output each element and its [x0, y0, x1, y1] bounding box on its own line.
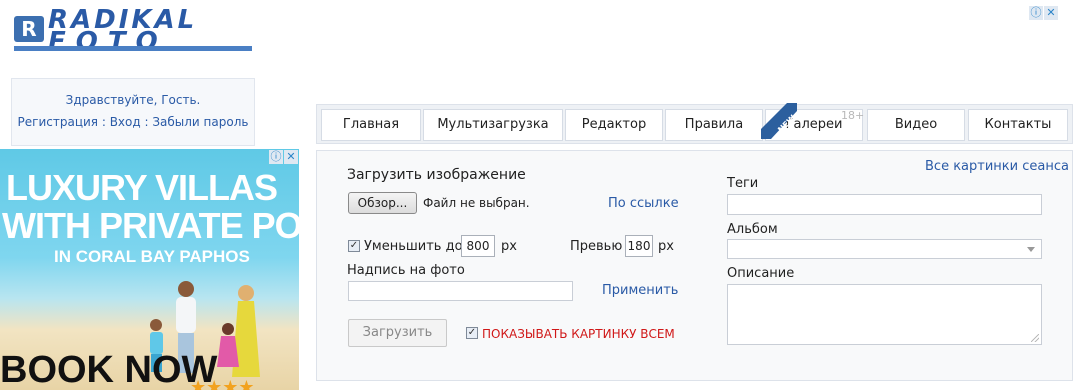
greeting-text: Здравствуйте, Гость.	[65, 93, 201, 107]
reduce-label: Уменьшить до	[364, 239, 463, 254]
tab-contacts[interactable]: Контакты	[968, 109, 1068, 141]
age-18-badge: 18+	[841, 109, 865, 122]
ad-rating-stars: ★★★★	[190, 377, 255, 390]
ad-close-icon[interactable]: ✕	[1044, 6, 1058, 20]
tab-multiupload[interactable]: Мультизагрузка	[423, 109, 563, 141]
album-label: Альбом	[727, 222, 778, 237]
tab-rules[interactable]: Правила	[665, 109, 763, 141]
caption-input[interactable]	[348, 281, 573, 301]
forgot-password-link[interactable]: Забыли пароль	[152, 115, 248, 129]
preview-size-input[interactable]: 180	[625, 235, 653, 257]
ad-book-now[interactable]: BOOK NOW	[0, 349, 217, 390]
ad-close-icon[interactable]: ✕	[284, 150, 298, 164]
logo-underline	[14, 46, 252, 51]
reduce-size-input[interactable]: 800	[461, 235, 495, 257]
tab-editor[interactable]: Редактор	[565, 109, 663, 141]
ad-subline: IN CORAL BAY PAPHOS	[54, 247, 250, 266]
preview-label: Превью	[570, 239, 623, 254]
side-ad-controls: ⓘ ✕	[268, 150, 298, 164]
by-link-button[interactable]: По ссылке	[608, 196, 679, 211]
tab-video[interactable]: Видео	[867, 109, 965, 141]
caption-label: Надпись на фото	[347, 263, 465, 278]
login-link[interactable]: Вход	[110, 115, 141, 129]
account-links: Регистрация : Вход : Забыли пароль	[12, 115, 254, 129]
radikal-foto-logo[interactable]: R RADIKAL FOTO	[14, 7, 254, 55]
ad-info-icon[interactable]: ⓘ	[269, 150, 283, 164]
album-select[interactable]	[727, 239, 1042, 259]
reduce-checkbox[interactable]: ✓	[348, 240, 360, 252]
browse-button[interactable]: Обзор...	[348, 192, 417, 214]
apply-button[interactable]: Применить	[602, 283, 678, 298]
px-unit: px	[501, 239, 517, 254]
upload-title: Загрузить изображение	[347, 167, 526, 183]
ad-headline-1: LUXURY VILLAS	[6, 167, 278, 208]
description-label: Описание	[727, 266, 795, 281]
ad-info-icon[interactable]: ⓘ	[1029, 6, 1043, 20]
register-link[interactable]: Регистрация	[18, 115, 98, 129]
session-images-link[interactable]: Все картинки сеанса	[925, 159, 1069, 174]
separator: :	[98, 115, 110, 129]
chevron-down-icon	[1027, 247, 1035, 252]
tags-input[interactable]	[727, 194, 1042, 215]
ad-headline-2: WITH PRIVATE POOLS	[2, 205, 299, 246]
tab-home[interactable]: Главная	[321, 109, 421, 141]
upload-button[interactable]: Загрузить	[348, 319, 447, 347]
top-ad-controls: ⓘ ✕	[1028, 6, 1058, 20]
tags-label: Теги	[727, 176, 759, 191]
villa-advertisement[interactable]: LUXURY VILLAS WITH PRIVATE POOLS IN CORA…	[0, 149, 299, 390]
separator: :	[140, 115, 153, 129]
new-badge-icon: NEW	[761, 103, 797, 139]
logo-r-mark: R	[14, 16, 44, 42]
show-all-checkbox[interactable]: ✓	[466, 327, 478, 339]
main-navigation: Главная Мультизагрузка Редактор Правила …	[316, 103, 1073, 144]
upload-panel: Загрузить изображение Обзор... Файл не в…	[316, 150, 1073, 381]
px-unit: px	[658, 239, 674, 254]
show-all-label: ПОКАЗЫВАТЬ КАРТИНКУ ВСЕМ	[482, 327, 675, 341]
resize-handle-icon[interactable]	[1031, 334, 1039, 342]
description-textarea[interactable]	[727, 284, 1042, 345]
file-status: Файл не выбран.	[423, 196, 530, 210]
greeting-box: Здравствуйте, Гость. Регистрация : Вход …	[11, 78, 255, 146]
